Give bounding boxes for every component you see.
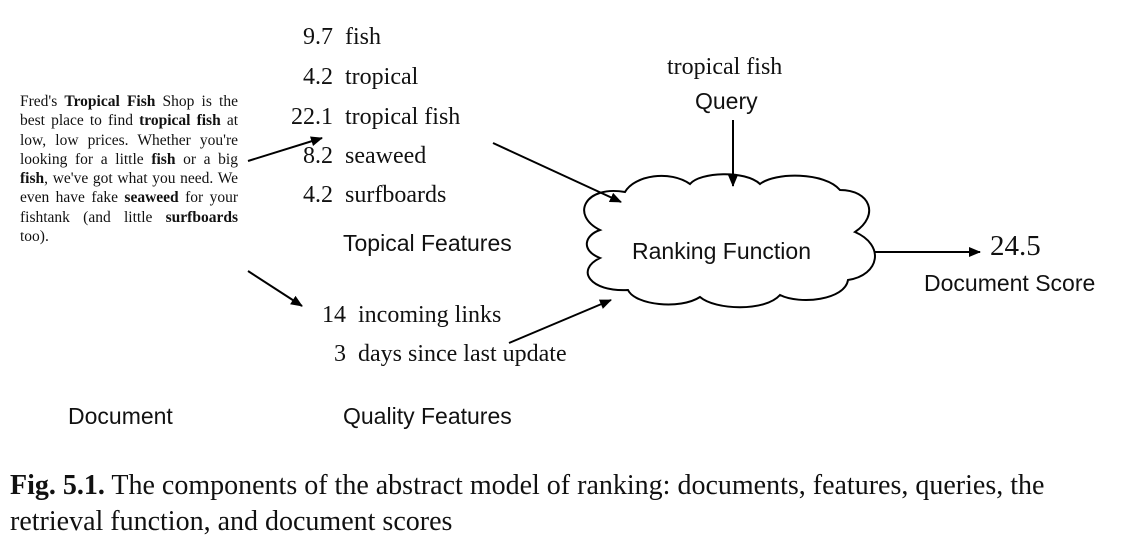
document-text: Fred's Tropical Fish Shop is the best pl… [20, 92, 238, 246]
document-keyword: Tropical Fish [64, 93, 156, 110]
arrow-topical-to-ranking [492, 142, 622, 203]
arrow-document-to-quality [247, 270, 303, 307]
feature-term: fish [345, 24, 381, 50]
document-keyword: surfboards [165, 208, 238, 226]
topical-feature-row: 4.2 surfboards [287, 182, 446, 209]
topical-features-label: Topical Features [343, 230, 512, 256]
topical-feature-row: 22.1 tropical fish [287, 104, 460, 131]
document-text-run: Fred's [20, 93, 65, 110]
document-keyword: fish [151, 150, 176, 168]
feature-value: 9.7 [303, 24, 333, 50]
arrow-quality-to-ranking [508, 299, 612, 344]
quality-feature-row: 3 days since last update [300, 341, 567, 368]
feature-value: 4.2 [303, 182, 333, 208]
query-label: Query [695, 88, 758, 114]
feature-value: 8.2 [303, 143, 333, 169]
caption-text: The components of the abstract model of … [10, 470, 1045, 537]
quality-feature-row: 14 incoming links [300, 302, 501, 329]
ranking-model-diagram: Fred's Tropical Fish Shop is the best pl… [0, 0, 1138, 460]
feature-value: 3 [334, 341, 346, 367]
document-text-run: or a big [175, 150, 238, 168]
quality-features-label: Quality Features [343, 403, 512, 429]
feature-term: days since last update [358, 341, 567, 367]
topical-feature-row: 4.2 tropical [287, 64, 418, 91]
feature-term: seaweed [345, 143, 427, 169]
document-keyword: tropical fish [139, 112, 221, 130]
feature-term: tropical [345, 64, 419, 90]
ranking-function-label: Ranking Function [632, 238, 811, 264]
feature-term: tropical fish [345, 104, 461, 130]
document-label: Document [68, 403, 173, 429]
feature-term: incoming links [358, 302, 502, 328]
topical-feature-row: 9.7 fish [287, 24, 381, 51]
document-score-value: 24.5 [990, 230, 1041, 262]
document-keyword: fish [20, 170, 45, 188]
document-text-run: too). [20, 228, 49, 246]
feature-value: 14 [322, 302, 346, 328]
feature-value: 4.2 [303, 64, 333, 90]
figure-caption: Fig. 5.1. The components of the abstract… [10, 468, 1138, 540]
query-text: tropical fish [667, 54, 783, 80]
document-keyword: seaweed [124, 189, 179, 207]
caption-figure-number: Fig. 5.1. [10, 470, 105, 501]
topical-feature-row: 8.2 seaweed [287, 143, 426, 170]
document-score-label: Document Score [924, 270, 1096, 296]
feature-term: surfboards [345, 182, 447, 208]
feature-value: 22.1 [291, 104, 333, 130]
